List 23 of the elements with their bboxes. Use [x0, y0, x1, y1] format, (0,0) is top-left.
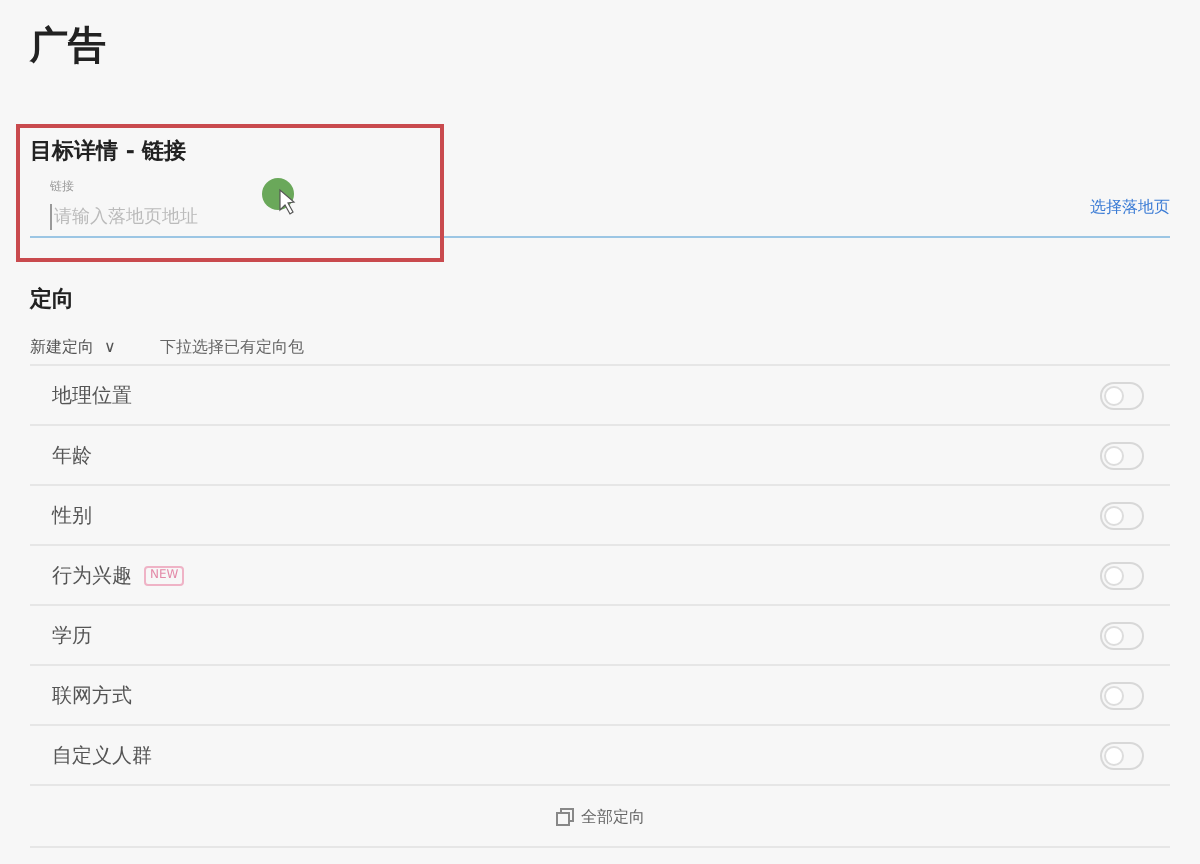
row-label: 自定义人群	[52, 743, 152, 769]
row-label: 学历	[52, 623, 92, 649]
row-label: 性别	[52, 503, 92, 529]
toggle-switch[interactable]	[1100, 561, 1144, 589]
toggle-switch[interactable]	[1100, 741, 1144, 769]
toggle-switch[interactable]	[1100, 381, 1144, 409]
toggle-switch[interactable]	[1100, 621, 1144, 649]
all-targeting-button[interactable]: 全部定向	[581, 805, 645, 827]
choose-page-link[interactable]: 选择落地页	[1090, 196, 1170, 218]
cursor-icon	[262, 178, 298, 218]
toggle-switch[interactable]	[1100, 681, 1144, 709]
new-targeting-dropdown[interactable]: 新建定向 ∨	[30, 335, 116, 357]
page-title: 广告	[30, 22, 108, 72]
section-title: 目标详情 - 链接	[30, 136, 189, 166]
row-label: 年龄	[52, 443, 92, 469]
hint-text: 下拉选择已有定向包	[159, 335, 304, 357]
section-title: 定向	[30, 284, 76, 314]
toggle-switch[interactable]	[1100, 441, 1144, 469]
row-label: 地理位置	[52, 383, 132, 409]
toggle-switch[interactable]	[1100, 501, 1144, 529]
row-label: 联网方式	[52, 683, 132, 709]
copy-icon	[555, 807, 573, 825]
row-label: 行为兴趣	[52, 563, 132, 589]
